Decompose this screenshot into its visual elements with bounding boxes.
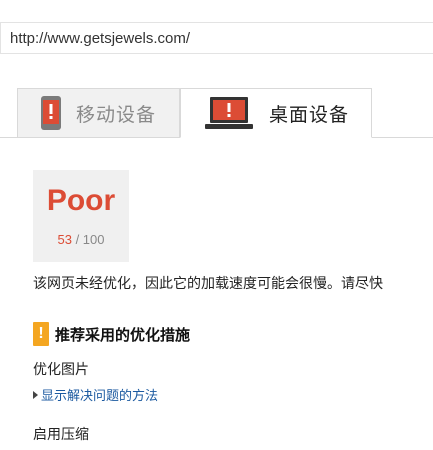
score-value: 53 / 100 (33, 232, 129, 247)
score-max: 100 (82, 232, 105, 247)
score-label: Poor (46, 184, 116, 217)
score-card: Poor 53 / 100 (33, 170, 129, 262)
rule-title-enable-compression: 启用压缩 (33, 427, 89, 443)
device-tabs: 移动设备 桌面设备 (0, 88, 433, 138)
rule-title-optimize-images: 优化图片 (33, 362, 89, 378)
url-text: http://www.getsjewels.com/ (10, 30, 191, 47)
section-header: ! 推荐采用的优化措施 (33, 322, 190, 346)
tab-mobile[interactable]: 移动设备 (17, 88, 180, 137)
warning-icon: ! (33, 322, 49, 346)
section-title: 推荐采用的优化措施 (55, 325, 191, 344)
tab-desktop-label: 桌面设备 (269, 103, 350, 126)
show-how-to-fix-label: 显示解决问题的方法 (41, 389, 159, 404)
summary-text: 该网页未经优化，因此它的加载速度可能会很慢。请尽快 (33, 276, 383, 292)
url-input[interactable]: http://www.getsjewels.com/ (0, 22, 433, 54)
show-how-to-fix-link[interactable]: 显示解决问题的方法 (33, 385, 158, 404)
expand-triangle-icon (33, 390, 38, 399)
tab-desktop[interactable]: 桌面设备 (180, 88, 372, 138)
mobile-warning-icon (41, 96, 61, 130)
score-number: 53 (57, 232, 72, 247)
laptop-warning-icon (205, 97, 253, 129)
score-separator: / (71, 232, 83, 247)
tab-mobile-label: 移动设备 (76, 103, 157, 126)
